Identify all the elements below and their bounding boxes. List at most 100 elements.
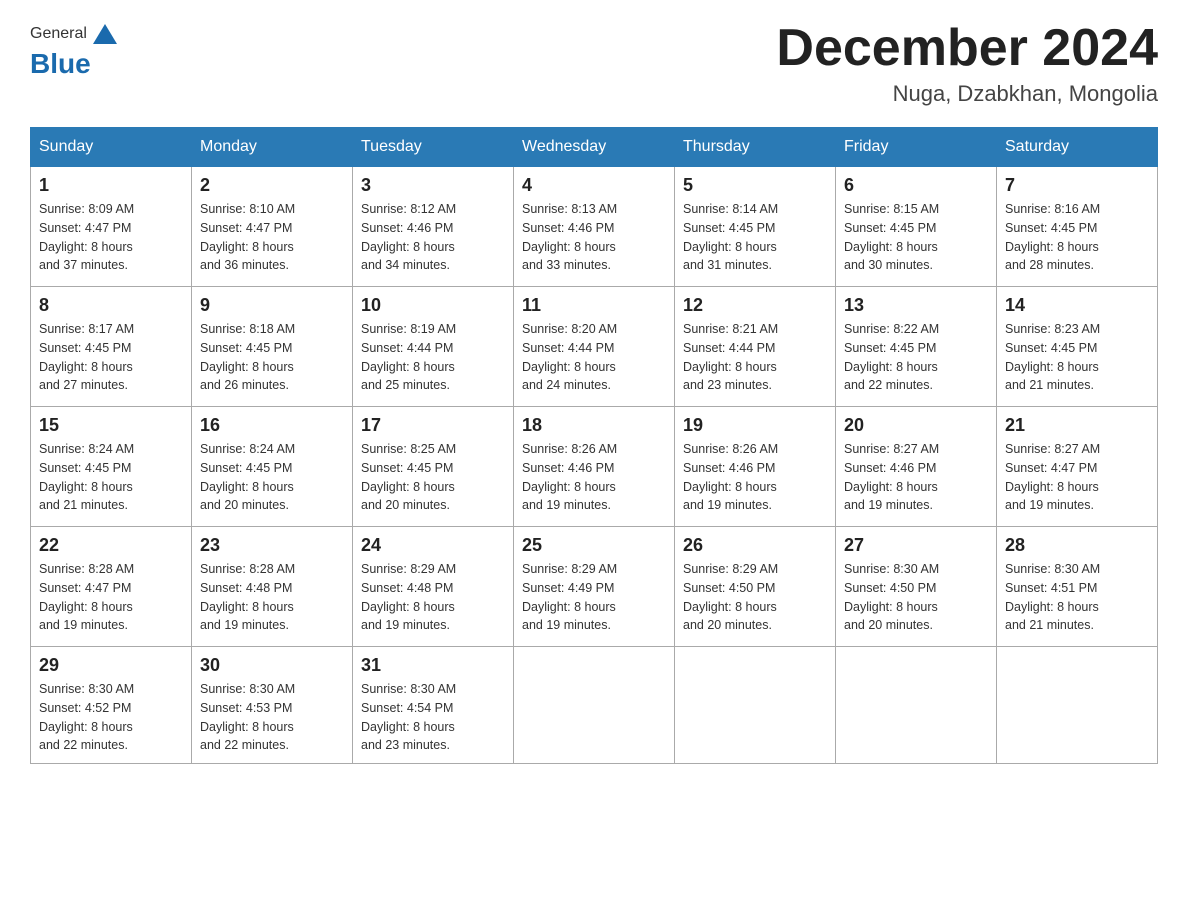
- table-row: 14 Sunrise: 8:23 AM Sunset: 4:45 PM Dayl…: [997, 287, 1158, 407]
- day-number: 26: [683, 535, 827, 556]
- day-number: 7: [1005, 175, 1149, 196]
- day-info: Sunrise: 8:28 AM Sunset: 4:47 PM Dayligh…: [39, 560, 183, 635]
- table-row: 5 Sunrise: 8:14 AM Sunset: 4:45 PM Dayli…: [675, 167, 836, 287]
- day-number: 10: [361, 295, 505, 316]
- day-info: Sunrise: 8:16 AM Sunset: 4:45 PM Dayligh…: [1005, 200, 1149, 275]
- day-number: 2: [200, 175, 344, 196]
- day-info: Sunrise: 8:30 AM Sunset: 4:54 PM Dayligh…: [361, 680, 505, 755]
- day-number: 16: [200, 415, 344, 436]
- table-row: 26 Sunrise: 8:29 AM Sunset: 4:50 PM Dayl…: [675, 527, 836, 647]
- day-number: 22: [39, 535, 183, 556]
- table-row: 13 Sunrise: 8:22 AM Sunset: 4:45 PM Dayl…: [836, 287, 997, 407]
- day-info: Sunrise: 8:30 AM Sunset: 4:52 PM Dayligh…: [39, 680, 183, 755]
- table-row: 22 Sunrise: 8:28 AM Sunset: 4:47 PM Dayl…: [31, 527, 192, 647]
- day-number: 19: [683, 415, 827, 436]
- day-info: Sunrise: 8:30 AM Sunset: 4:51 PM Dayligh…: [1005, 560, 1149, 635]
- day-number: 21: [1005, 415, 1149, 436]
- page-header: General Blue December 2024 Nuga, Dzabkha…: [30, 20, 1158, 107]
- day-info: Sunrise: 8:22 AM Sunset: 4:45 PM Dayligh…: [844, 320, 988, 395]
- table-row: [997, 647, 1158, 764]
- calendar-week-1: 1 Sunrise: 8:09 AM Sunset: 4:47 PM Dayli…: [31, 167, 1158, 287]
- day-number: 20: [844, 415, 988, 436]
- table-row: 15 Sunrise: 8:24 AM Sunset: 4:45 PM Dayl…: [31, 407, 192, 527]
- day-info: Sunrise: 8:27 AM Sunset: 4:46 PM Dayligh…: [844, 440, 988, 515]
- header-saturday: Saturday: [997, 128, 1158, 167]
- day-info: Sunrise: 8:30 AM Sunset: 4:50 PM Dayligh…: [844, 560, 988, 635]
- header-monday: Monday: [192, 128, 353, 167]
- day-info: Sunrise: 8:24 AM Sunset: 4:45 PM Dayligh…: [200, 440, 344, 515]
- day-number: 17: [361, 415, 505, 436]
- table-row: 7 Sunrise: 8:16 AM Sunset: 4:45 PM Dayli…: [997, 167, 1158, 287]
- day-info: Sunrise: 8:20 AM Sunset: 4:44 PM Dayligh…: [522, 320, 666, 395]
- day-info: Sunrise: 8:15 AM Sunset: 4:45 PM Dayligh…: [844, 200, 988, 275]
- day-number: 27: [844, 535, 988, 556]
- title-section: December 2024 Nuga, Dzabkhan, Mongolia: [776, 20, 1158, 107]
- table-row: 28 Sunrise: 8:30 AM Sunset: 4:51 PM Dayl…: [997, 527, 1158, 647]
- header-thursday: Thursday: [675, 128, 836, 167]
- table-row: 8 Sunrise: 8:17 AM Sunset: 4:45 PM Dayli…: [31, 287, 192, 407]
- day-number: 23: [200, 535, 344, 556]
- day-info: Sunrise: 8:13 AM Sunset: 4:46 PM Dayligh…: [522, 200, 666, 275]
- header-sunday: Sunday: [31, 128, 192, 167]
- day-info: Sunrise: 8:29 AM Sunset: 4:50 PM Dayligh…: [683, 560, 827, 635]
- day-number: 30: [200, 655, 344, 676]
- table-row: 19 Sunrise: 8:26 AM Sunset: 4:46 PM Dayl…: [675, 407, 836, 527]
- table-row: 1 Sunrise: 8:09 AM Sunset: 4:47 PM Dayli…: [31, 167, 192, 287]
- table-row: [675, 647, 836, 764]
- table-row: 31 Sunrise: 8:30 AM Sunset: 4:54 PM Dayl…: [353, 647, 514, 764]
- table-row: 25 Sunrise: 8:29 AM Sunset: 4:49 PM Dayl…: [514, 527, 675, 647]
- table-row: 20 Sunrise: 8:27 AM Sunset: 4:46 PM Dayl…: [836, 407, 997, 527]
- calendar-week-3: 15 Sunrise: 8:24 AM Sunset: 4:45 PM Dayl…: [31, 407, 1158, 527]
- day-info: Sunrise: 8:18 AM Sunset: 4:45 PM Dayligh…: [200, 320, 344, 395]
- day-info: Sunrise: 8:19 AM Sunset: 4:44 PM Dayligh…: [361, 320, 505, 395]
- day-number: 1: [39, 175, 183, 196]
- calendar-body: 1 Sunrise: 8:09 AM Sunset: 4:47 PM Dayli…: [31, 167, 1158, 764]
- header-friday: Friday: [836, 128, 997, 167]
- header-wednesday: Wednesday: [514, 128, 675, 167]
- day-number: 4: [522, 175, 666, 196]
- day-number: 6: [844, 175, 988, 196]
- day-number: 12: [683, 295, 827, 316]
- table-row: 11 Sunrise: 8:20 AM Sunset: 4:44 PM Dayl…: [514, 287, 675, 407]
- day-info: Sunrise: 8:17 AM Sunset: 4:45 PM Dayligh…: [39, 320, 183, 395]
- day-info: Sunrise: 8:14 AM Sunset: 4:45 PM Dayligh…: [683, 200, 827, 275]
- table-row: 10 Sunrise: 8:19 AM Sunset: 4:44 PM Dayl…: [353, 287, 514, 407]
- table-row: 21 Sunrise: 8:27 AM Sunset: 4:47 PM Dayl…: [997, 407, 1158, 527]
- day-info: Sunrise: 8:30 AM Sunset: 4:53 PM Dayligh…: [200, 680, 344, 755]
- logo-general-text: General: [30, 25, 87, 43]
- logo: General Blue: [30, 20, 121, 80]
- table-row: 30 Sunrise: 8:30 AM Sunset: 4:53 PM Dayl…: [192, 647, 353, 764]
- table-row: [836, 647, 997, 764]
- day-number: 13: [844, 295, 988, 316]
- day-number: 3: [361, 175, 505, 196]
- calendar-table: Sunday Monday Tuesday Wednesday Thursday…: [30, 127, 1158, 764]
- day-info: Sunrise: 8:26 AM Sunset: 4:46 PM Dayligh…: [522, 440, 666, 515]
- calendar-week-2: 8 Sunrise: 8:17 AM Sunset: 4:45 PM Dayli…: [31, 287, 1158, 407]
- day-info: Sunrise: 8:10 AM Sunset: 4:47 PM Dayligh…: [200, 200, 344, 275]
- location-text: Nuga, Dzabkhan, Mongolia: [776, 81, 1158, 107]
- day-number: 8: [39, 295, 183, 316]
- table-row: 29 Sunrise: 8:30 AM Sunset: 4:52 PM Dayl…: [31, 647, 192, 764]
- day-number: 15: [39, 415, 183, 436]
- table-row: 12 Sunrise: 8:21 AM Sunset: 4:44 PM Dayl…: [675, 287, 836, 407]
- table-row: 3 Sunrise: 8:12 AM Sunset: 4:46 PM Dayli…: [353, 167, 514, 287]
- logo-triangle-icon: [91, 20, 119, 48]
- table-row: 2 Sunrise: 8:10 AM Sunset: 4:47 PM Dayli…: [192, 167, 353, 287]
- calendar-week-4: 22 Sunrise: 8:28 AM Sunset: 4:47 PM Dayl…: [31, 527, 1158, 647]
- day-info: Sunrise: 8:21 AM Sunset: 4:44 PM Dayligh…: [683, 320, 827, 395]
- table-row: 4 Sunrise: 8:13 AM Sunset: 4:46 PM Dayli…: [514, 167, 675, 287]
- table-row: 17 Sunrise: 8:25 AM Sunset: 4:45 PM Dayl…: [353, 407, 514, 527]
- day-number: 18: [522, 415, 666, 436]
- header-tuesday: Tuesday: [353, 128, 514, 167]
- day-info: Sunrise: 8:26 AM Sunset: 4:46 PM Dayligh…: [683, 440, 827, 515]
- table-row: [514, 647, 675, 764]
- month-title: December 2024: [776, 20, 1158, 77]
- calendar-week-5: 29 Sunrise: 8:30 AM Sunset: 4:52 PM Dayl…: [31, 647, 1158, 764]
- day-info: Sunrise: 8:24 AM Sunset: 4:45 PM Dayligh…: [39, 440, 183, 515]
- day-number: 11: [522, 295, 666, 316]
- table-row: 9 Sunrise: 8:18 AM Sunset: 4:45 PM Dayli…: [192, 287, 353, 407]
- day-number: 28: [1005, 535, 1149, 556]
- day-number: 24: [361, 535, 505, 556]
- day-info: Sunrise: 8:28 AM Sunset: 4:48 PM Dayligh…: [200, 560, 344, 635]
- day-number: 25: [522, 535, 666, 556]
